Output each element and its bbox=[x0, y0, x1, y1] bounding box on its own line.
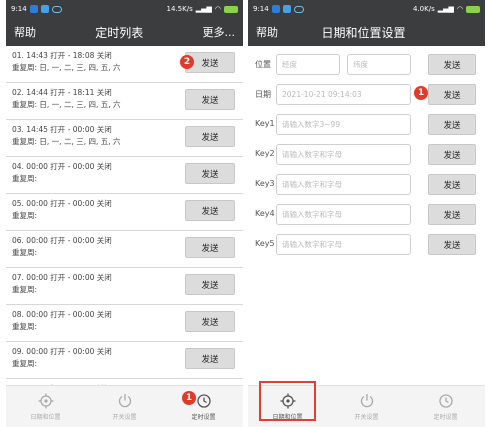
timer-row[interactable]: 06. 00:00 打开 - 00:00 关闭 重复周: 发送 bbox=[6, 231, 243, 268]
send-key-button[interactable]: 发送 bbox=[428, 144, 476, 165]
step-badge-1: 1 bbox=[414, 86, 428, 100]
location-target-icon bbox=[38, 393, 53, 408]
key-input[interactable]: 请输入数字和字母 bbox=[276, 174, 411, 195]
power-icon bbox=[360, 393, 373, 407]
date-row: 日期 2021-10-21 09:14:03 发送 bbox=[248, 81, 485, 111]
cloud-icon bbox=[51, 5, 62, 13]
tab-label: 开关设置 bbox=[354, 413, 379, 421]
key-input[interactable]: 请输入数字和字母 bbox=[276, 234, 411, 255]
more-button[interactable]: 更多... bbox=[202, 24, 235, 40]
send-timer-button[interactable]: 发送 bbox=[185, 89, 235, 110]
timer-list[interactable]: 01. 14:43 打开 - 18:08 关闭 重复周: 日, 一, 二, 三, … bbox=[6, 46, 243, 385]
wifi-icon: ◠ bbox=[456, 5, 463, 13]
key-row: Key2 请输入数字和字母 发送 bbox=[248, 141, 485, 171]
timer-row[interactable]: 04. 00:00 打开 - 00:00 关闭 重复周: 发送 bbox=[6, 157, 243, 194]
timer-row[interactable]: 05. 00:00 打开 - 00:00 关闭 重复周: 发送 bbox=[6, 194, 243, 231]
key-label: Key2 bbox=[255, 149, 275, 158]
send-timer-button[interactable]: 发送 bbox=[185, 163, 235, 184]
active-tab-highlight bbox=[259, 381, 316, 421]
cloud-icon bbox=[293, 5, 304, 13]
key-label: Key4 bbox=[255, 209, 275, 218]
tab-label: 定时设置 bbox=[191, 413, 216, 421]
key-input[interactable]: 请输入数字和字母 bbox=[276, 204, 411, 225]
signal-icon: ▂▄▆ bbox=[437, 5, 454, 13]
send-key-button[interactable]: 发送 bbox=[428, 234, 476, 255]
step-badge-1: 1 bbox=[182, 391, 196, 405]
key-label: Key3 bbox=[255, 179, 275, 188]
step-badge-2: 2 bbox=[180, 55, 194, 69]
tab-label: 日期和位置 bbox=[30, 413, 61, 421]
tab-label: 开关设置 bbox=[112, 413, 137, 421]
timer-icon bbox=[196, 393, 211, 408]
status-bar: 9:14 14.5K/s ▂▄▆ ◠ bbox=[6, 0, 243, 18]
send-key-button[interactable]: 发送 bbox=[428, 204, 476, 225]
battery-icon bbox=[466, 5, 480, 13]
help-button[interactable]: 帮助 bbox=[256, 24, 278, 40]
longitude-input[interactable]: 经度 bbox=[276, 54, 340, 75]
page-title: 日期和位置设置 bbox=[321, 25, 406, 40]
power-icon bbox=[118, 393, 131, 407]
bottom-tab-bar: 日期和位置 开关设置 定时设置 bbox=[6, 385, 243, 427]
wifi-icon: ◠ bbox=[214, 5, 221, 13]
timer-row[interactable]: 07. 00:00 打开 - 00:00 关闭 重复周: 发送 bbox=[6, 268, 243, 305]
send-timer-button[interactable]: 发送 bbox=[185, 200, 235, 221]
timer-row[interactable]: 01. 14:43 打开 - 18:08 关闭 重复周: 日, 一, 二, 三, … bbox=[6, 46, 243, 83]
send-key-button[interactable]: 发送 bbox=[428, 174, 476, 195]
timer-icon bbox=[438, 393, 453, 408]
tab-label: 定时设置 bbox=[433, 413, 458, 421]
timer-row[interactable]: 02. 14:44 打开 - 18:11 关闭 重复周: 日, 一, 二, 三, … bbox=[6, 83, 243, 120]
tab-timer-settings[interactable]: 定时设置 bbox=[164, 386, 243, 427]
key-label: Key5 bbox=[255, 239, 275, 248]
timer-list-screen: 9:14 14.5K/s ▂▄▆ ◠ 帮助 定时列表 更多... 01. 14:… bbox=[6, 0, 243, 427]
tab-switch-settings[interactable]: 开关设置 bbox=[327, 386, 406, 427]
key-input[interactable]: 请输入数字3~99 bbox=[276, 114, 411, 135]
send-timer-button[interactable]: 发送 bbox=[185, 348, 235, 369]
status-time: 9:14 bbox=[253, 5, 269, 13]
app-notification-icon bbox=[29, 5, 38, 13]
mail-icon bbox=[40, 5, 49, 13]
latitude-input[interactable]: 纬度 bbox=[347, 54, 411, 75]
tab-timer-settings[interactable]: 定时设置 bbox=[406, 386, 485, 427]
position-label: 位置 bbox=[255, 60, 271, 69]
page-title: 定时列表 bbox=[95, 25, 144, 40]
timer-row[interactable]: 03. 14:45 打开 - 00:00 关闭 重复周: 日, 一, 二, 三, … bbox=[6, 120, 243, 157]
key-row: Key5 请输入数字和字母 发送 bbox=[248, 231, 485, 261]
key-label: Key1 bbox=[255, 119, 275, 128]
send-date-button[interactable]: 发送 bbox=[428, 84, 476, 105]
title-bar: 帮助 定时列表 更多... bbox=[6, 18, 243, 46]
send-timer-button[interactable]: 发送 bbox=[185, 311, 235, 332]
send-timer-button[interactable]: 发送 bbox=[185, 126, 235, 147]
send-timer-button[interactable]: 发送 bbox=[185, 237, 235, 258]
key-row: Key1 请输入数字3~99 发送 bbox=[248, 111, 485, 141]
title-bar: 帮助 日期和位置设置 bbox=[248, 18, 485, 46]
tab-switch-settings[interactable]: 开关设置 bbox=[85, 386, 164, 427]
position-row: 位置 经度 纬度 发送 bbox=[248, 51, 485, 81]
send-timer-button[interactable]: 发送 bbox=[185, 274, 235, 295]
network-speed: 4.0K/s bbox=[413, 5, 435, 13]
send-position-button[interactable]: 发送 bbox=[428, 54, 476, 75]
timer-row[interactable]: 09. 00:00 打开 - 00:00 关闭 重复周: 发送 bbox=[6, 342, 243, 379]
signal-icon: ▂▄▆ bbox=[195, 5, 212, 13]
status-bar: 9:14 4.0K/s ▂▄▆ ◠ bbox=[248, 0, 485, 18]
date-label: 日期 bbox=[255, 90, 271, 99]
network-speed: 14.5K/s bbox=[166, 5, 193, 13]
status-time: 9:14 bbox=[11, 5, 27, 13]
key-input[interactable]: 请输入数字和字母 bbox=[276, 144, 411, 165]
key-row: Key3 请输入数字和字母 发送 bbox=[248, 171, 485, 201]
date-location-screen: 9:14 4.0K/s ▂▄▆ ◠ 帮助 日期和位置设置 位置 经度 纬度 发送… bbox=[248, 0, 485, 427]
mail-icon bbox=[282, 5, 291, 13]
help-button[interactable]: 帮助 bbox=[14, 24, 36, 40]
battery-icon bbox=[224, 5, 238, 13]
key-row: Key4 请输入数字和字母 发送 bbox=[248, 201, 485, 231]
timer-row[interactable]: 08. 00:00 打开 - 00:00 关闭 重复周: 发送 bbox=[6, 305, 243, 342]
send-key-button[interactable]: 发送 bbox=[428, 114, 476, 135]
app-notification-icon bbox=[271, 5, 280, 13]
tab-date-location[interactable]: 日期和位置 bbox=[6, 386, 85, 427]
date-input[interactable]: 2021-10-21 09:14:03 bbox=[276, 84, 411, 105]
settings-form: 位置 经度 纬度 发送 日期 2021-10-21 09:14:03 发送 Ke… bbox=[248, 46, 485, 385]
